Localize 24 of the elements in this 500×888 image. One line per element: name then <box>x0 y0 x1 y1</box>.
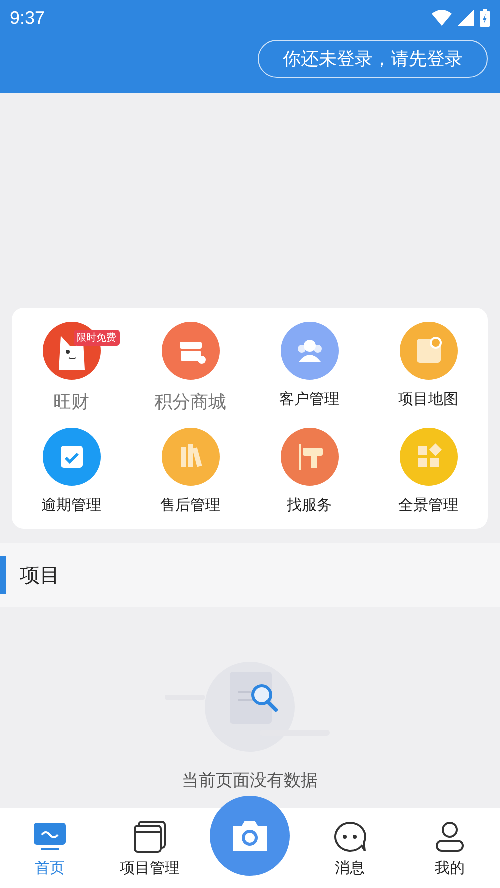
chat-bubble-icon <box>333 821 367 853</box>
section-title: 项目 <box>20 562 60 588</box>
status-time: 9:37 <box>10 8 46 28</box>
shortcut-label[interactable]: 售后管理 <box>160 496 220 515</box>
shortcut-label[interactable]: 逾期管理 <box>42 496 102 515</box>
shortcut-label[interactable]: 旺财 <box>54 390 90 414</box>
monitor-icon <box>33 821 67 853</box>
promo-badge: 限时免费 <box>74 330 120 346</box>
shortcut-label[interactable]: 积分商城 <box>154 390 226 414</box>
login-button[interactable]: 你还未登录，请先登录 <box>258 40 488 78</box>
battery-icon <box>480 9 490 27</box>
nav-tab[interactable]: 我的 <box>400 808 500 888</box>
shortcut-label[interactable]: 找服务 <box>287 496 332 515</box>
wifi-icon <box>432 10 452 26</box>
nav-tab[interactable]: 项目管理 <box>100 808 200 888</box>
shortcut-label[interactable]: 全景管理 <box>398 496 458 515</box>
empty-message: 当前页面没有数据 <box>182 770 318 792</box>
shortcut-label[interactable]: 项目地图 <box>398 390 458 409</box>
window-stack-icon <box>133 821 167 853</box>
signal-icon <box>458 10 474 26</box>
nav-tab[interactable]: 首页 <box>0 808 100 888</box>
person-icon <box>433 821 467 853</box>
shortcut-label[interactable]: 客户管理 <box>280 390 340 409</box>
nav-tab[interactable]: 消息 <box>300 808 400 888</box>
